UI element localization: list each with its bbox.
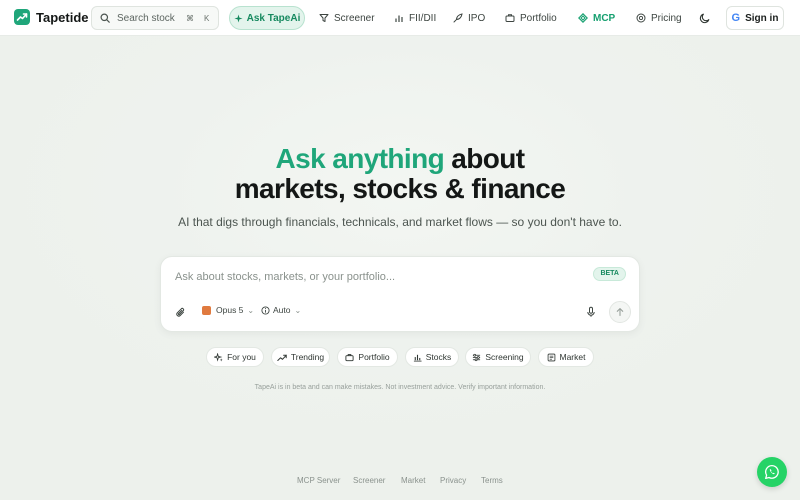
chip-screening[interactable]: Screening [465,347,531,367]
sign-in-label: Sign in [745,12,779,24]
google-icon: G [731,12,741,24]
info-icon [261,305,270,315]
attach-button[interactable] [175,306,187,324]
hero-title-line2: markets, stocks & finance [234,173,566,204]
bar-chart-icon [413,354,422,362]
nav-item-label: Portfolio [520,12,557,24]
chip-label: Stocks [425,352,452,362]
nav-item-mcp[interactable]: MCP [578,11,615,25]
chevron-down-icon: ⌄ [247,305,255,315]
send-button[interactable] [609,301,631,323]
chip-label: Trending [290,352,325,362]
microphone-icon [587,306,595,317]
nav-item-ipo[interactable]: IPO [453,11,485,25]
nav-item-pricing[interactable]: Pricing [636,11,682,25]
search-stock-box[interactable]: Search stock ⌘ K [91,6,219,30]
search-placeholder: Search stock [117,12,175,24]
rocket-icon [453,13,463,23]
sparkle-icon [234,13,243,23]
nav-item-label: FII/DII [409,12,437,24]
chip-label: Screening [485,352,524,362]
nav-item-screener[interactable]: Screener [319,11,375,25]
mode-label: Auto [273,305,291,315]
mcp-icon [578,13,588,23]
footer-link-terms[interactable]: Terms [481,476,503,485]
mode-selector[interactable]: Auto ⌄ [261,305,301,315]
hero-line1-rest: about [444,143,525,174]
chevron-down-icon: ⌄ [294,305,302,315]
trending-icon [277,354,287,361]
hero-title-line1: Ask anything about [0,143,800,175]
nav-item-label: IPO [468,12,486,24]
nav-item-label: Pricing [651,12,682,24]
model-logo-icon [202,305,211,315]
footer-link-privacy[interactable]: Privacy [440,476,466,485]
paperclip-icon [176,307,185,317]
newspaper-icon [547,353,555,361]
model-label: Opus 5 [216,305,244,315]
microphone-button[interactable] [585,305,597,323]
whatsapp-chat-button[interactable] [757,457,787,487]
beta-badge: BETA [593,267,626,281]
trend-logo-icon [14,9,30,25]
chip-portfolio[interactable]: Portfolio [337,347,398,367]
theme-toggle-button[interactable] [699,11,711,29]
hero-subtitle: AI that digs through financials, technic… [178,215,622,229]
chat-composer: BETA Opus 5 ⌄ Auto ⌄ [160,256,640,332]
disclaimer-text: TapeAi is in beta and can make mistakes.… [254,384,546,391]
filter-icon [319,14,329,22]
footer-link-market[interactable]: Market [401,476,425,485]
whatsapp-icon [765,464,779,480]
shortcut-cmd-key: ⌘ [186,14,194,23]
footer-link-screener[interactable]: Screener [353,476,385,485]
model-selector[interactable]: Opus 5 ⌄ [202,305,254,315]
brand-name: Tapetide [36,9,89,25]
chip-stocks[interactable]: Stocks [405,347,459,367]
nav-item-label: Screener [334,12,375,24]
arrow-up-icon [616,308,624,317]
chip-label: For you [227,352,256,362]
ask-tapeai-label: Ask TapeAi [246,12,301,24]
shortcut-k-key: K [204,14,210,23]
chip-label: Market [559,352,586,362]
briefcase-icon [345,353,354,361]
bar-chart-icon [395,15,403,22]
sparkle-icon [214,352,223,362]
briefcase-icon [505,14,515,22]
sliders-icon [473,353,481,361]
chip-market[interactable]: Market [538,347,594,367]
moon-icon [699,13,710,24]
nav-item-label: MCP [593,12,616,24]
ask-tapeai-button[interactable]: Ask TapeAi [229,6,305,30]
chip-trending[interactable]: Trending [271,347,330,367]
search-icon [100,13,110,23]
brand-link[interactable]: Tapetide [14,9,89,25]
nav-item-portfolio[interactable]: Portfolio [505,11,557,25]
coin-icon [636,13,646,23]
top-navbar: Tapetide Search stock ⌘ K Ask TapeAi Scr… [0,0,800,36]
hero-accent-text: Ask anything [275,143,445,174]
nav-item-fii-dii[interactable]: FII/DII [394,11,436,25]
chat-input[interactable] [175,269,585,285]
sign-in-button[interactable]: G Sign in [726,6,784,30]
chip-for-you[interactable]: For you [206,347,264,367]
footer-link-mcp-server[interactable]: MCP Server [297,476,340,485]
chip-label: Portfolio [358,352,390,362]
